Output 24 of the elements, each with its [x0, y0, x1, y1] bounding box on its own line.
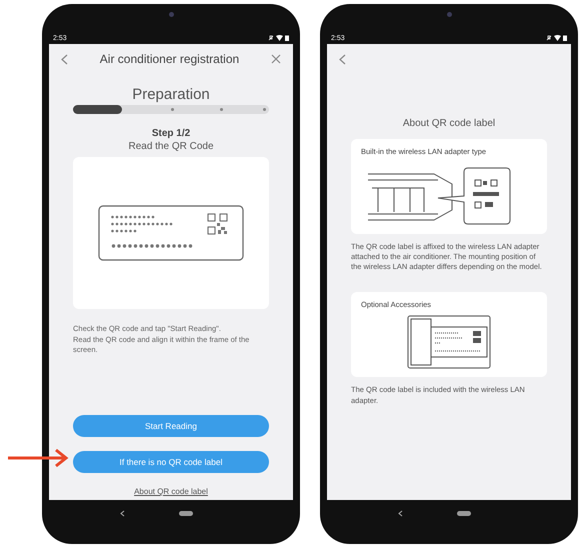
camera-icon	[168, 12, 174, 17]
back-button[interactable]	[59, 52, 70, 66]
step-number: Step 1/2	[152, 128, 190, 139]
back-icon[interactable]	[120, 510, 124, 516]
callout-arrow	[8, 448, 70, 468]
wifi-icon	[276, 35, 283, 41]
home-button[interactable]	[456, 510, 470, 516]
camera-icon	[446, 12, 452, 17]
screen-title: Air conditioner registration	[100, 52, 240, 66]
battery-icon	[563, 35, 567, 41]
back-button[interactable]	[337, 52, 348, 66]
close-button[interactable]	[269, 52, 283, 66]
progress-title: Preparation	[132, 86, 210, 103]
no-qr-label-button[interactable]: If there is no QR code label	[73, 451, 269, 473]
screen-title: About QR code label	[402, 118, 496, 129]
bell-off-icon	[268, 35, 274, 41]
home-button[interactable]	[178, 510, 192, 516]
bell-off-icon	[546, 35, 552, 41]
wifi-icon	[554, 35, 561, 41]
about-qr-link[interactable]: About QR code label	[134, 487, 208, 496]
back-icon[interactable]	[398, 510, 402, 516]
battery-icon	[285, 35, 289, 41]
start-reading-button[interactable]: Start Reading	[73, 415, 269, 437]
step-title: Read the QR Code	[128, 141, 214, 152]
